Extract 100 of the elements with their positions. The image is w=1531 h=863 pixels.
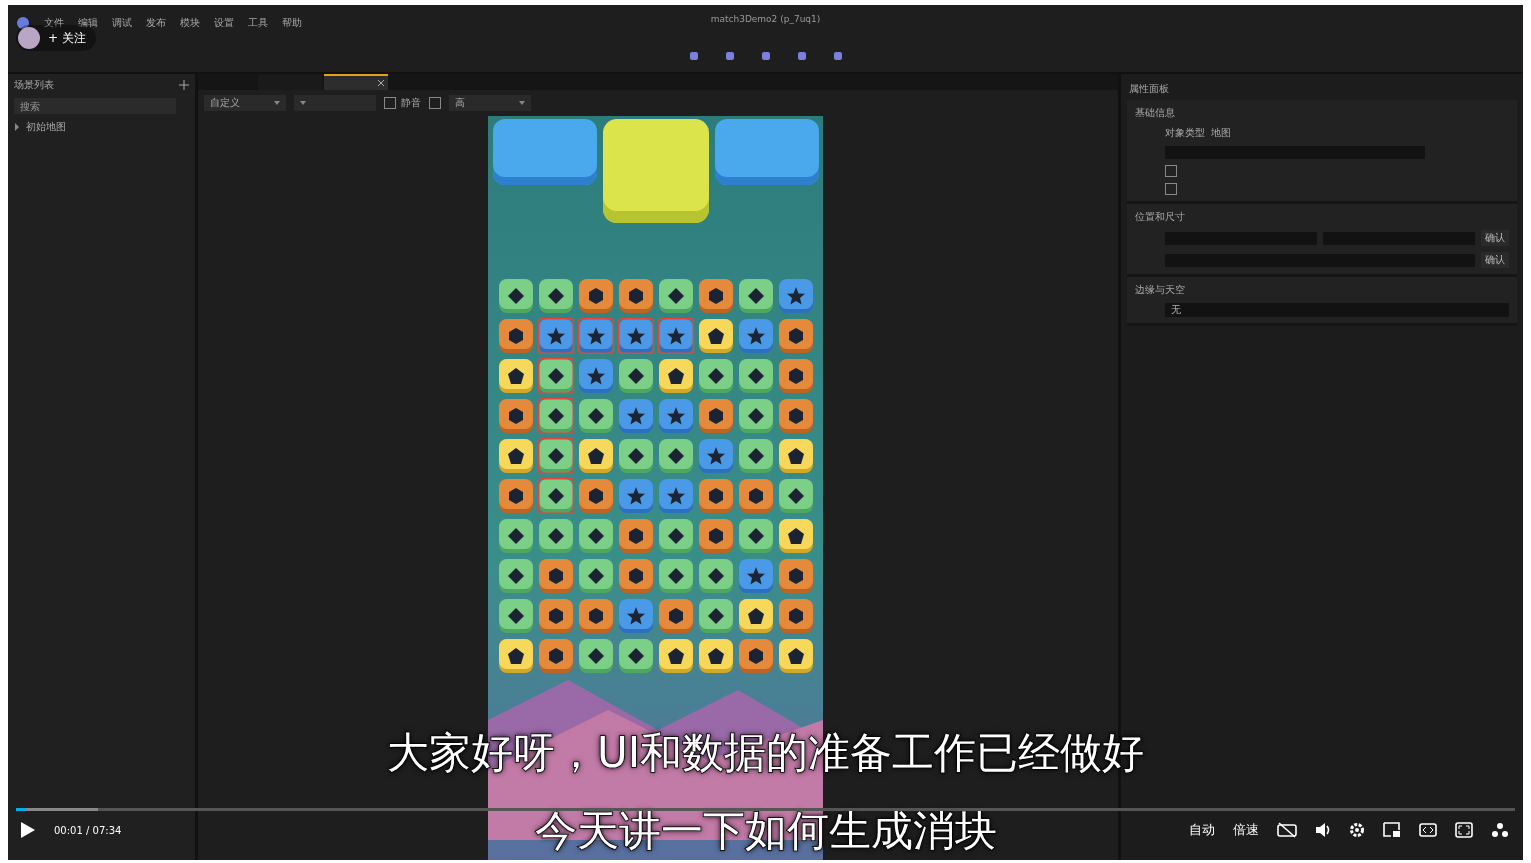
puzzle-tile[interactable] (617, 638, 654, 674)
add-icon[interactable] (179, 80, 189, 90)
puzzle-tile[interactable] (697, 398, 734, 434)
puzzle-tile[interactable] (697, 318, 734, 354)
puzzle-tile[interactable] (697, 558, 734, 594)
caret-icon[interactable] (519, 101, 525, 105)
puzzle-tile[interactable] (737, 278, 774, 314)
puzzle-tile[interactable] (777, 398, 814, 434)
quality-button[interactable]: 自动 (1189, 821, 1215, 839)
settings-icon[interactable] (1349, 822, 1365, 838)
menu-item[interactable]: 调试 (112, 15, 132, 30)
puzzle-tile[interactable] (777, 598, 814, 634)
puzzle-tile[interactable] (577, 398, 614, 434)
puzzle-tile[interactable] (537, 558, 574, 594)
puzzle-tile[interactable] (737, 558, 774, 594)
play-icon[interactable] (20, 821, 36, 839)
search-field[interactable]: 搜索 (14, 98, 176, 114)
caret-icon[interactable] (274, 101, 280, 105)
puzzle-tile[interactable] (537, 358, 574, 394)
puzzle-tile[interactable] (777, 638, 814, 674)
puzzle-tile[interactable] (777, 558, 814, 594)
puzzle-tile[interactable] (537, 438, 574, 474)
puzzle-tile[interactable] (777, 358, 814, 394)
puzzle-tile[interactable] (497, 438, 534, 474)
puzzle-tile[interactable] (577, 438, 614, 474)
puzzle-tile[interactable] (657, 318, 694, 354)
menu-item[interactable]: 设置 (214, 15, 234, 30)
puzzle-tile[interactable] (537, 598, 574, 634)
puzzle-tile[interactable] (777, 518, 814, 554)
puzzle-tile[interactable] (737, 318, 774, 354)
toolbar-icon[interactable] (796, 51, 807, 61)
tree-item[interactable]: 初始地图 (26, 120, 66, 134)
menu-item[interactable]: 帮助 (282, 15, 302, 30)
menu-item[interactable]: 工具 (248, 15, 268, 30)
toolbar-icon[interactable] (832, 51, 843, 61)
puzzle-tile[interactable] (577, 318, 614, 354)
speed-button[interactable]: 倍速 (1233, 821, 1259, 839)
game-button[interactable] (602, 119, 709, 223)
menu-item[interactable]: 发布 (146, 15, 166, 30)
puzzle-tile[interactable] (497, 598, 534, 634)
puzzle-tile[interactable] (697, 638, 734, 674)
picture-in-picture-icon[interactable] (1383, 822, 1401, 838)
puzzle-tile[interactable] (497, 558, 534, 594)
puzzle-tile[interactable] (737, 638, 774, 674)
puzzle-tile[interactable] (737, 598, 774, 634)
close-icon[interactable] (378, 80, 384, 86)
puzzle-tile[interactable] (777, 278, 814, 314)
puzzle-tile[interactable] (737, 438, 774, 474)
puzzle-tile[interactable] (577, 478, 614, 514)
puzzle-tile[interactable] (657, 638, 694, 674)
puzzle-tile[interactable] (497, 278, 534, 314)
puzzle-tile[interactable] (617, 438, 654, 474)
puzzle-tile[interactable] (737, 358, 774, 394)
puzzle-tile[interactable] (537, 278, 574, 314)
puzzle-tile[interactable] (657, 518, 694, 554)
dropdown[interactable]: 自定义 (204, 95, 286, 111)
toolbar-icon[interactable] (760, 51, 771, 61)
puzzle-tile[interactable] (657, 358, 694, 394)
puzzle-tile[interactable] (737, 398, 774, 434)
volume-icon[interactable] (1315, 822, 1331, 838)
puzzle-tile[interactable] (697, 478, 734, 514)
puzzle-tile[interactable] (577, 558, 614, 594)
puzzle-tile[interactable] (497, 318, 534, 354)
editor-tab[interactable] (324, 74, 388, 90)
puzzle-tile[interactable] (497, 358, 534, 394)
puzzle-tile[interactable] (777, 478, 814, 514)
puzzle-tile[interactable] (657, 398, 694, 434)
puzzle-tile[interactable] (537, 638, 574, 674)
widescreen-icon[interactable] (1419, 823, 1437, 837)
caret-icon[interactable] (300, 101, 306, 105)
puzzle-tile[interactable] (657, 558, 694, 594)
puzzle-tile[interactable] (697, 438, 734, 474)
select-field[interactable]: 无 (1165, 303, 1509, 317)
puzzle-tile[interactable] (617, 358, 654, 394)
puzzle-tile[interactable] (617, 518, 654, 554)
puzzle-tile[interactable] (497, 478, 534, 514)
toolbar-icon[interactable] (724, 51, 735, 61)
puzzle-tile[interactable] (697, 358, 734, 394)
checkbox[interactable] (429, 97, 441, 109)
puzzle-tile[interactable] (617, 398, 654, 434)
puzzle-tile[interactable] (577, 278, 614, 314)
puzzle-tile[interactable] (657, 438, 694, 474)
puzzle-tile[interactable] (577, 638, 614, 674)
triangle-dots-icon[interactable] (1491, 822, 1509, 838)
puzzle-tile[interactable] (577, 358, 614, 394)
checkbox[interactable] (384, 97, 396, 109)
puzzle-tile[interactable] (737, 478, 774, 514)
toolbar-icon[interactable] (688, 51, 699, 61)
puzzle-tile[interactable] (617, 318, 654, 354)
puzzle-tile[interactable] (577, 598, 614, 634)
puzzle-tile[interactable] (697, 598, 734, 634)
puzzle-tile[interactable] (737, 518, 774, 554)
puzzle-tile[interactable] (657, 478, 694, 514)
puzzle-tile[interactable] (577, 518, 614, 554)
section-title[interactable]: 基础信息 (1135, 106, 1509, 120)
puzzle-tile[interactable] (777, 438, 814, 474)
puzzle-tile[interactable] (617, 278, 654, 314)
checkbox[interactable] (1165, 183, 1177, 195)
checkbox[interactable] (1165, 165, 1177, 177)
dropdown[interactable]: 高 (449, 95, 531, 111)
